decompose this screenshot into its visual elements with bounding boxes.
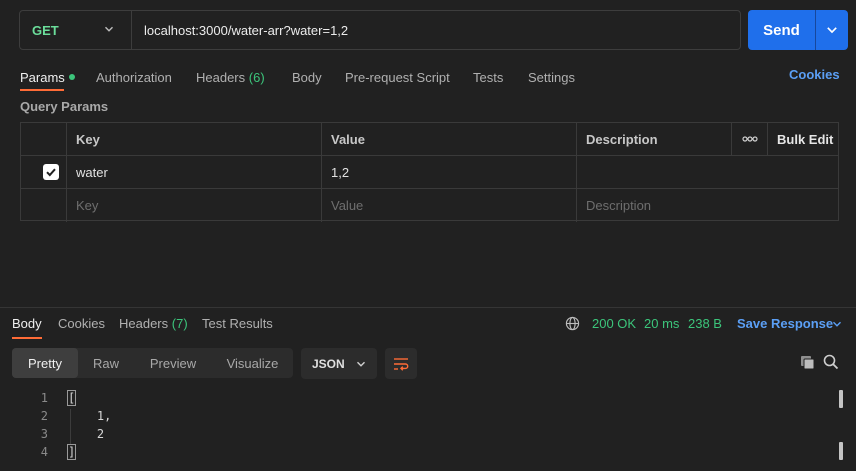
line-number: 2 bbox=[40, 409, 48, 423]
headers-count: (6) bbox=[248, 69, 265, 85]
send-button-group: Send bbox=[748, 10, 848, 50]
code-line: 2 1, bbox=[0, 409, 830, 427]
table-row-empty: Key Value Description bbox=[21, 189, 838, 222]
cookies-link[interactable]: Cookies bbox=[789, 67, 840, 82]
active-tab-indicator bbox=[20, 89, 64, 91]
line-number: 3 bbox=[40, 427, 48, 441]
view-mode-pretty[interactable]: Pretty bbox=[12, 348, 78, 378]
method-select[interactable]: GET bbox=[20, 11, 132, 49]
new-key-input[interactable]: Key bbox=[67, 189, 322, 222]
column-header-description: Description bbox=[577, 123, 732, 155]
new-value-input[interactable]: Value bbox=[322, 189, 577, 222]
line-number: 1 bbox=[40, 391, 48, 405]
param-checkbox[interactable] bbox=[43, 164, 59, 180]
scrollbar-thumb[interactable] bbox=[839, 390, 843, 408]
active-response-tab-indicator bbox=[12, 337, 42, 339]
pane-divider[interactable] bbox=[0, 307, 856, 308]
response-headers-count: (7) bbox=[171, 316, 188, 331]
scrollbar-thumb-lower[interactable] bbox=[839, 442, 843, 460]
view-mode-preview[interactable]: Preview bbox=[134, 348, 212, 378]
tab-pre-request-script[interactable]: Pre-request Script bbox=[345, 70, 450, 85]
tab-params[interactable]: Params bbox=[20, 70, 75, 85]
globe-icon[interactable] bbox=[565, 316, 580, 331]
chevron-down-icon bbox=[827, 27, 837, 34]
empty-check-cell bbox=[21, 189, 67, 222]
param-value[interactable]: 1,2 bbox=[322, 156, 577, 188]
param-checkbox-cell bbox=[21, 156, 67, 188]
params-active-dot bbox=[68, 74, 75, 81]
format-select[interactable]: JSON bbox=[301, 348, 377, 379]
response-size[interactable]: 238 B bbox=[688, 316, 722, 331]
code-line: 3 2 bbox=[0, 427, 830, 445]
code-line: 1 [ bbox=[0, 390, 830, 409]
tab-settings[interactable]: Settings bbox=[528, 70, 575, 85]
bulk-edit-button[interactable]: Bulk Edit bbox=[768, 123, 840, 155]
view-mode-visualize[interactable]: Visualize bbox=[212, 348, 293, 378]
tab-authorization[interactable]: Authorization bbox=[96, 70, 172, 85]
tab-body[interactable]: Body bbox=[292, 70, 322, 85]
check-icon bbox=[46, 168, 56, 177]
format-label: JSON bbox=[312, 356, 345, 371]
chevron-down-icon bbox=[357, 361, 365, 367]
method-label: GET bbox=[32, 22, 59, 38]
code-line: 4 ] bbox=[0, 444, 830, 463]
table-row: water 1,2 bbox=[21, 156, 838, 189]
tab-tests[interactable]: Tests bbox=[473, 70, 503, 85]
response-body-editor[interactable]: 1 [ 2 1, 3 2 4 ] bbox=[0, 390, 856, 471]
param-key[interactable]: water bbox=[67, 156, 322, 188]
table-header-row: Key Value Description Bulk Edit bbox=[21, 123, 838, 156]
more-horizontal-icon bbox=[742, 136, 758, 142]
code-text: [ bbox=[66, 390, 77, 406]
query-params-title: Query Params bbox=[20, 99, 109, 114]
search-icon[interactable] bbox=[823, 354, 839, 370]
save-response-button[interactable]: Save Response bbox=[737, 316, 833, 331]
request-bar: GET localhost:3000/water-arr?water=1,2 bbox=[19, 10, 741, 50]
view-mode-raw[interactable]: Raw bbox=[78, 348, 134, 378]
tab-response-headers[interactable]: Headers (7) bbox=[119, 316, 188, 331]
new-description-input[interactable]: Description bbox=[577, 189, 840, 222]
tab-headers[interactable]: Headers (6) bbox=[196, 70, 265, 85]
view-mode-group: Pretty Raw Preview Visualize bbox=[12, 348, 293, 378]
column-header-key: Key bbox=[67, 123, 322, 155]
url-input[interactable]: localhost:3000/water-arr?water=1,2 bbox=[132, 23, 740, 38]
query-params-table: Key Value Description Bulk Edit water 1,… bbox=[20, 122, 839, 222]
param-description[interactable] bbox=[577, 156, 840, 188]
code-text: ] bbox=[66, 444, 77, 460]
more-options-button[interactable] bbox=[732, 123, 768, 155]
header-check-cell bbox=[21, 123, 67, 155]
column-header-value: Value bbox=[322, 123, 577, 155]
chevron-down-icon bbox=[105, 26, 113, 32]
chevron-down-icon bbox=[833, 321, 841, 327]
code-text: 2 bbox=[68, 427, 105, 441]
tab-response-body[interactable]: Body bbox=[12, 316, 42, 331]
copy-icon[interactable] bbox=[799, 354, 816, 371]
line-number: 4 bbox=[40, 445, 48, 459]
response-time[interactable]: 20 ms bbox=[644, 316, 679, 331]
send-options-button[interactable] bbox=[816, 10, 848, 50]
code-text: 1, bbox=[68, 409, 112, 423]
status-code[interactable]: 200 OK bbox=[592, 316, 636, 331]
send-button[interactable]: Send bbox=[748, 10, 815, 50]
tab-response-cookies[interactable]: Cookies bbox=[58, 316, 105, 331]
wrap-lines-icon bbox=[394, 357, 409, 371]
wrap-lines-button[interactable] bbox=[385, 348, 417, 379]
tab-test-results[interactable]: Test Results bbox=[202, 316, 273, 331]
